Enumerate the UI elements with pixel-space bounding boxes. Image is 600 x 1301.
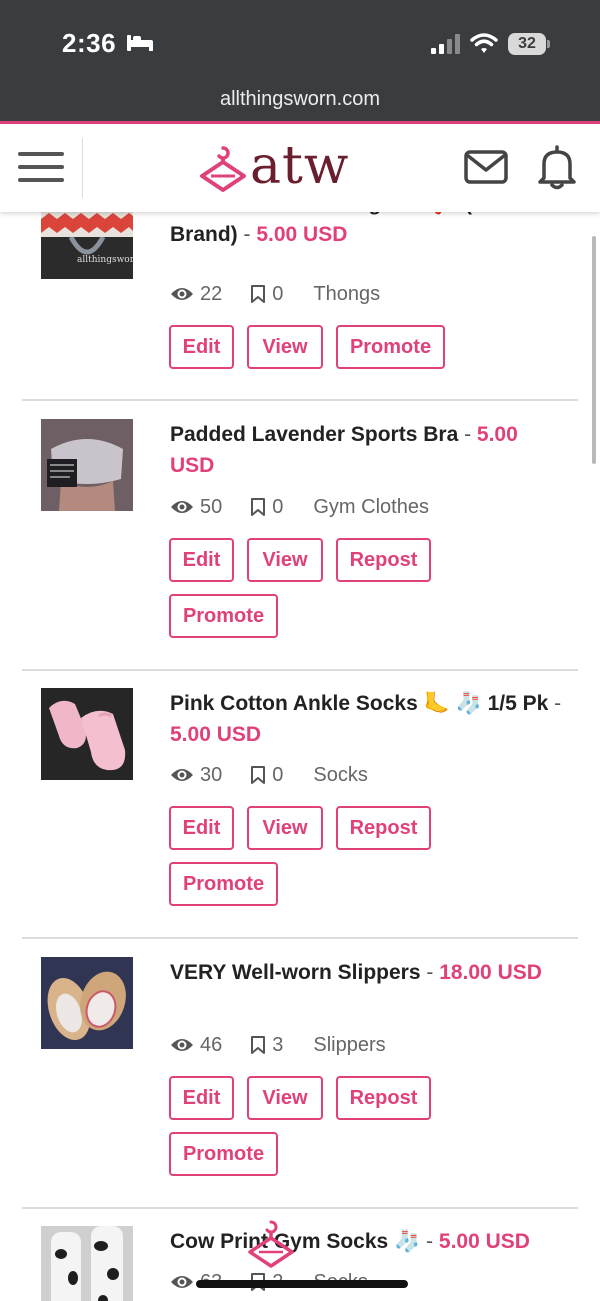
item-divider	[22, 399, 578, 401]
edit-button[interactable]: Edit	[169, 1076, 234, 1120]
listing-title-text: Padded Lavender Sports Bra	[170, 423, 459, 446]
listing-thumbnail[interactable]	[41, 688, 133, 780]
listing-price: 5.00 USD	[438, 1230, 530, 1253]
listing-price: 5.00 USD	[256, 223, 348, 246]
listing-thumbnail[interactable]	[41, 419, 133, 511]
view-button[interactable]: View	[247, 538, 323, 582]
eye-icon	[171, 1039, 193, 1051]
price-separator: -	[548, 692, 562, 715]
thumbnail-watermark: allthingsworn	[77, 255, 133, 265]
bed-icon	[127, 35, 153, 51]
price-separator: -	[458, 423, 477, 446]
bookmark-icon	[251, 1036, 266, 1054]
status-bar: 2:36 32 allthingsworn.com	[0, 0, 600, 122]
view-button[interactable]: View	[247, 1076, 323, 1120]
url-bar[interactable]: allthingsworn.com	[0, 88, 600, 111]
hanger-logo-icon[interactable]	[246, 1218, 296, 1274]
save-count: 0	[272, 495, 284, 518]
wifi-icon	[470, 33, 498, 53]
bookmark-icon	[251, 285, 266, 303]
thong-photo	[41, 212, 133, 279]
item-divider	[22, 669, 578, 671]
listing-title-text: Pink Cotton Ankle Socks 🦶 🧦 1/5 Pk	[170, 692, 549, 715]
eye-icon	[171, 769, 193, 781]
mail-icon[interactable]	[464, 150, 508, 184]
price-separator: -	[420, 961, 440, 984]
listing-title[interactable]: Patriotic Used Thong!! 🇺🇸 🧨 (PINK Brand)…	[170, 212, 565, 250]
promote-button[interactable]: Promote	[169, 1132, 278, 1176]
listing-title-text: VERY Well-worn Slippers	[170, 961, 421, 984]
promote-button[interactable]: Promote	[169, 594, 278, 638]
view-count: 46	[200, 1033, 223, 1056]
repost-button[interactable]: Repost	[336, 538, 431, 582]
app-header: atw	[0, 124, 600, 212]
site-logo[interactable]: atw	[198, 136, 368, 198]
listing-stats: 30 0 Socks	[170, 762, 368, 788]
home-indicator[interactable]	[196, 1280, 408, 1288]
slippers-photo	[41, 957, 133, 1049]
edit-button[interactable]: Edit	[169, 806, 234, 850]
save-count: 3	[272, 1033, 284, 1056]
scrollbar[interactable]	[592, 236, 596, 464]
battery-tip	[547, 40, 550, 48]
listing-category[interactable]: Gym Clothes	[313, 496, 429, 519]
sports-bra-photo	[41, 419, 133, 511]
menu-icon[interactable]	[18, 146, 66, 186]
edit-button[interactable]: Edit	[169, 538, 234, 582]
signal-icon	[431, 34, 460, 54]
listing-thumbnail[interactable]	[41, 1226, 133, 1301]
bookmark-icon	[251, 766, 266, 784]
header-divider	[82, 138, 83, 198]
item-divider	[22, 1207, 578, 1209]
view-count: 30	[200, 763, 223, 786]
clock: 2:36	[62, 28, 117, 58]
listing-category[interactable]: Thongs	[313, 283, 380, 306]
save-count: 0	[272, 282, 284, 305]
price-separator: -	[237, 223, 257, 246]
listing-price: 5.00 USD	[170, 723, 262, 746]
socks-photo	[41, 688, 133, 780]
listing-category[interactable]: Slippers	[313, 1034, 385, 1057]
repost-button[interactable]: Repost	[336, 806, 431, 850]
list-item: allthingsworn Patriotic Used Thong!! 🇺🇸 …	[22, 212, 578, 402]
view-count: 22	[200, 282, 223, 305]
listing-category[interactable]: Socks	[313, 764, 367, 787]
eye-icon	[171, 1276, 193, 1288]
listing-stats: 46 3 Slippers	[170, 1032, 386, 1058]
battery-level: 32	[508, 33, 546, 55]
save-count: 0	[272, 763, 284, 786]
eye-icon	[171, 288, 193, 300]
promote-button[interactable]: Promote	[336, 325, 445, 369]
listing-thumbnail[interactable]: allthingsworn	[41, 212, 133, 279]
eye-icon	[171, 501, 193, 513]
listing-list: allthingsworn Patriotic Used Thong!! 🇺🇸 …	[0, 212, 600, 1301]
cow-socks-photo	[41, 1226, 133, 1301]
listing-title[interactable]: Padded Lavender Sports Bra - 5.00 USD	[170, 419, 565, 481]
bookmark-icon	[251, 498, 266, 516]
listing-stats: 22 0 Thongs	[170, 281, 380, 307]
hanger-logo-icon	[200, 146, 246, 192]
view-count: 50	[200, 495, 223, 518]
repost-button[interactable]: Repost	[336, 1076, 431, 1120]
price-separator: -	[420, 1230, 439, 1253]
battery-indicator: 32	[508, 33, 550, 55]
item-divider	[22, 937, 578, 939]
listing-title[interactable]: VERY Well-worn Slippers - 18.00 USD	[170, 957, 565, 988]
logo-text: atw	[250, 136, 350, 196]
listing-price: 18.00 USD	[439, 961, 542, 984]
listing-stats: 50 0 Gym Clothes	[170, 494, 429, 520]
view-button[interactable]: View	[247, 325, 323, 369]
listing-title[interactable]: Cow Print Gym Socks 🧦 - 5.00 USD	[170, 1226, 565, 1257]
edit-button[interactable]: Edit	[169, 325, 234, 369]
listing-thumbnail[interactable]	[41, 957, 133, 1049]
view-button[interactable]: View	[247, 806, 323, 850]
bell-icon[interactable]	[536, 144, 578, 190]
listing-title[interactable]: Pink Cotton Ankle Socks 🦶 🧦 1/5 Pk - 5.0…	[170, 688, 565, 750]
promote-button[interactable]: Promote	[169, 862, 278, 906]
